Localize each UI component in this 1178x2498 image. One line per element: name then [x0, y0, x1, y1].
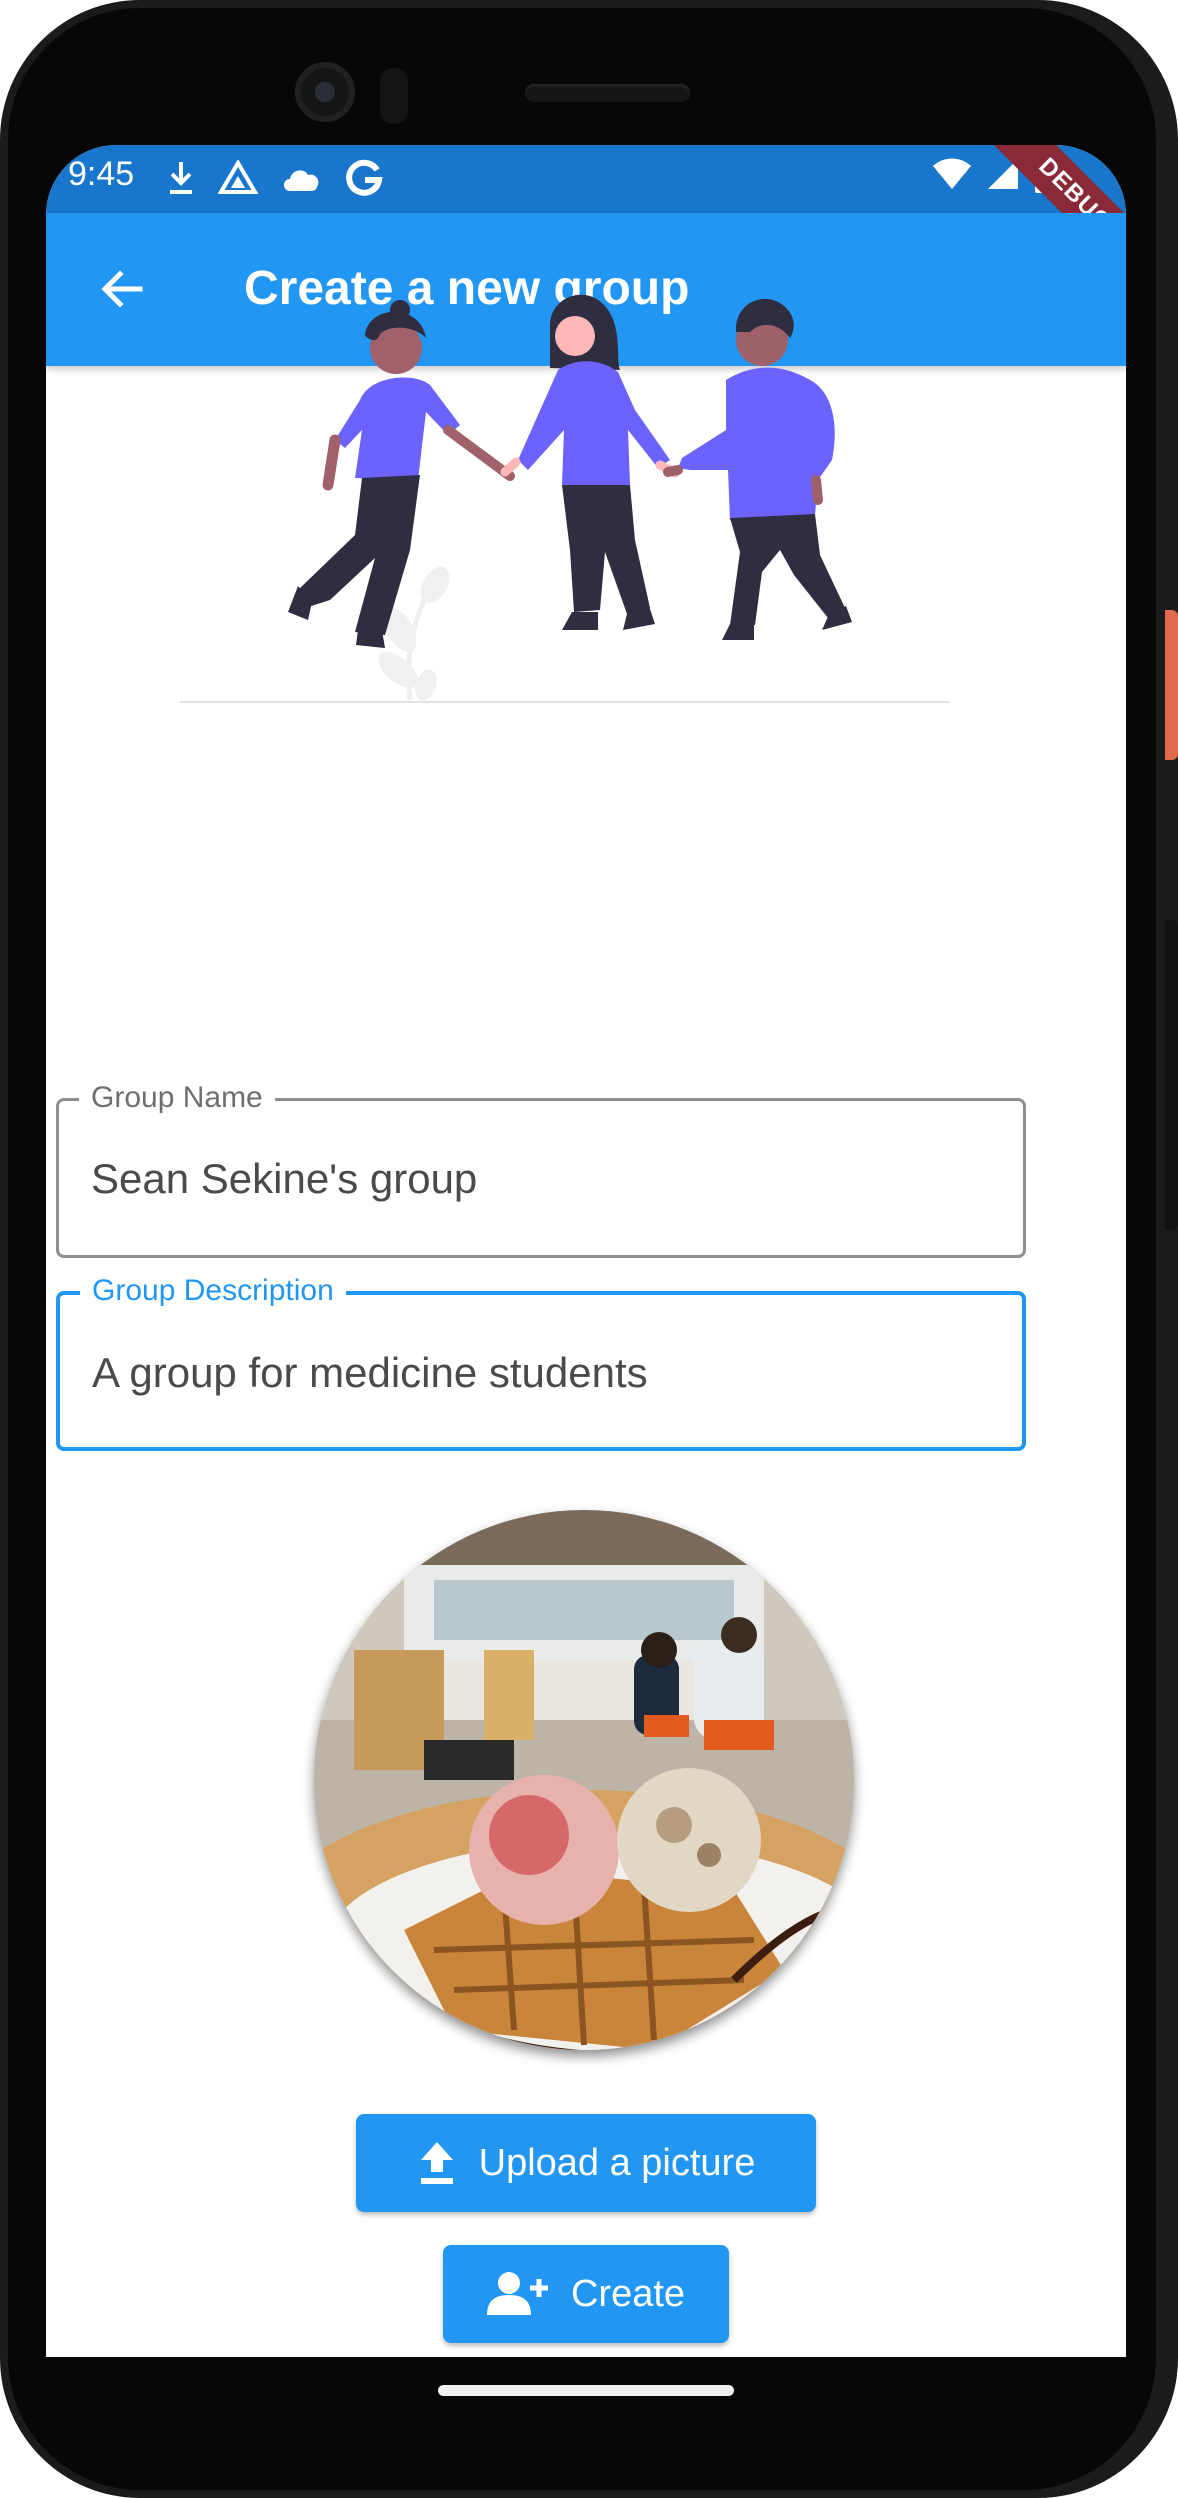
- status-left-icons: [166, 153, 384, 203]
- status-time: 9:45: [68, 155, 135, 193]
- cloud-icon: [284, 170, 319, 191]
- group-name-input[interactable]: Sean Sekine's group: [91, 1155, 477, 1203]
- group-description-label: Group Description: [80, 1274, 346, 1308]
- drive-icon: [218, 160, 258, 194]
- group-picture: [314, 1510, 854, 2050]
- person-left: [288, 300, 515, 648]
- person-add-icon: [486, 2272, 548, 2315]
- front-camera: [295, 62, 355, 122]
- group-description-field[interactable]: Group Description A group for medicine s…: [56, 1274, 1026, 1451]
- earpiece-speaker: [525, 84, 690, 102]
- upload-icon: [420, 2142, 453, 2184]
- upload-picture-button[interactable]: Upload a picture: [356, 2114, 816, 2212]
- phone-frame: 9:45 DEBUG Create a new group Group Name…: [0, 0, 1178, 2498]
- google-icon: [346, 159, 383, 196]
- person-right: [663, 298, 852, 640]
- group-description-input[interactable]: A group for medicine students: [92, 1349, 648, 1397]
- create-button[interactable]: Create: [443, 2245, 729, 2343]
- wifi-icon: [933, 158, 971, 189]
- proximity-sensor: [380, 68, 408, 124]
- power-button: [1165, 610, 1178, 760]
- download-icon: [170, 162, 192, 194]
- home-gesture-bar[interactable]: [438, 2385, 734, 2396]
- create-button-label: Create: [570, 2272, 686, 2315]
- status-bar: 9:45 DEBUG: [46, 145, 1126, 299]
- group-name-label: Group Name: [79, 1081, 275, 1115]
- upload-button-label: Upload a picture: [478, 2141, 756, 2184]
- group-name-field[interactable]: Group Name Sean Sekine's group: [56, 1081, 1026, 1258]
- group-illustration: [180, 294, 950, 703]
- volume-button: [1165, 920, 1178, 1230]
- person-middle: [500, 294, 680, 630]
